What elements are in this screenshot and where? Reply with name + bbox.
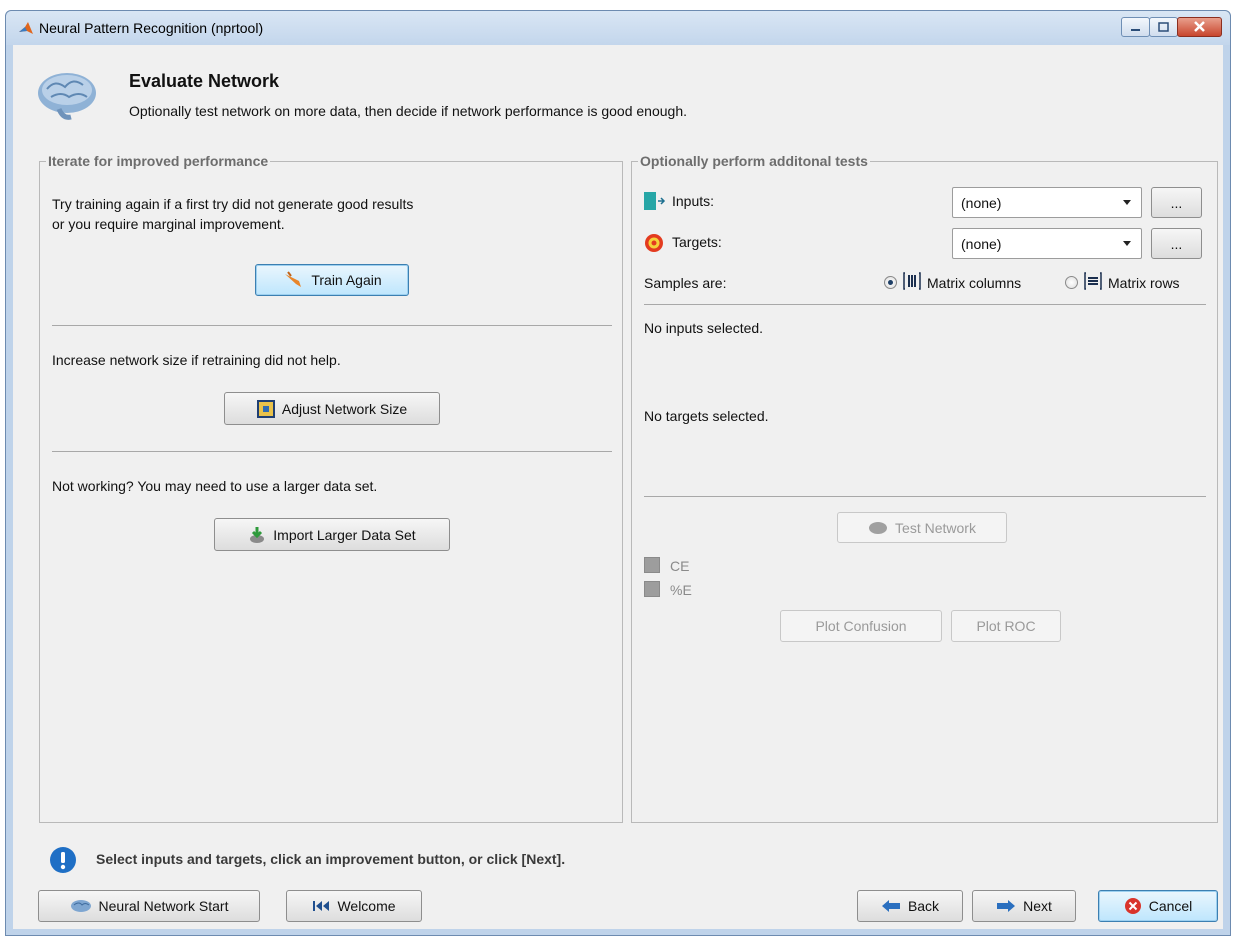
percent-error-plot-icon[interactable] <box>644 581 660 597</box>
brain-icon <box>38 73 96 120</box>
divider <box>52 451 612 452</box>
arrow-left-icon <box>881 900 900 912</box>
matlab-logo-icon <box>19 22 33 34</box>
inputs-browse-button[interactable]: ... <box>1151 187 1202 218</box>
matrix-rows-icon <box>1084 272 1102 290</box>
arrow-right-icon <box>997 900 1016 912</box>
import-larger-data-set-button[interactable]: Import Larger Data Set <box>214 518 450 551</box>
cancel-label: Cancel <box>1148 898 1193 914</box>
test-network-label: Test Network <box>895 519 976 536</box>
size-text: Increase network size if retraining did … <box>52 352 341 368</box>
status-message: Select inputs and targets, click an impr… <box>96 851 566 867</box>
maximize-icon <box>1158 22 1169 32</box>
improve-performance-legend: Iterate for improved performance <box>46 153 271 169</box>
window-title: Neural Pattern Recognition (nprtool) <box>39 20 264 36</box>
train-again-button[interactable]: Train Again <box>255 264 409 296</box>
plot-confusion-label: Plot Confusion <box>815 618 907 634</box>
plot-roc-label: Plot ROC <box>976 618 1036 634</box>
percent-error-label: %E <box>670 582 692 598</box>
chevron-down-icon <box>1123 241 1131 246</box>
train-again-label: Train Again <box>311 272 382 288</box>
matrix-columns-label: Matrix columns <box>927 275 1022 291</box>
brain-small-icon <box>70 900 91 912</box>
app-window: Neural Pattern Recognition (nprtool) Eva… <box>5 10 1231 936</box>
divider <box>644 496 1206 497</box>
adjust-network-size-label: Adjust Network Size <box>281 400 408 417</box>
test-network-button[interactable]: Test Network <box>837 512 1007 543</box>
matrix-rows-radio[interactable] <box>1065 276 1078 289</box>
inputs-label: Inputs: <box>672 193 715 209</box>
additional-tests-group: Optionally perform additonal tests Input… <box>631 153 1218 823</box>
minimize-button[interactable] <box>1121 17 1150 37</box>
targets-dropdown[interactable]: (none) <box>952 228 1142 259</box>
maximize-button[interactable] <box>1149 17 1178 37</box>
inputs-browse-label: ... <box>1170 194 1183 211</box>
welcome-label: Welcome <box>337 898 396 914</box>
next-label: Next <box>1023 898 1052 914</box>
minimize-icon <box>1131 29 1140 31</box>
cancel-button[interactable]: Cancel <box>1098 890 1218 922</box>
targets-icon <box>645 234 663 252</box>
divider <box>52 325 612 326</box>
targets-label: Targets: <box>672 234 722 250</box>
back-button[interactable]: Back <box>857 890 963 922</box>
matrix-rows-label: Matrix rows <box>1108 275 1180 291</box>
next-button[interactable]: Next <box>972 890 1076 922</box>
train-again-icon <box>285 271 302 287</box>
inputs-status: No inputs selected. <box>644 320 764 336</box>
inputs-dropdown[interactable]: (none) <box>952 187 1142 218</box>
back-label: Back <box>907 898 940 914</box>
targets-status: No targets selected. <box>644 408 769 424</box>
client-area: Evaluate Network Optionally test network… <box>13 45 1223 929</box>
page-title: Evaluate Network <box>129 71 280 91</box>
neural-network-start-button[interactable]: Neural Network Start <box>38 890 260 922</box>
close-button[interactable] <box>1177 17 1222 37</box>
ce-plot-icon[interactable] <box>644 557 660 573</box>
targets-browse-label: ... <box>1170 235 1183 252</box>
close-icon <box>1194 21 1205 32</box>
test-network-icon <box>869 521 888 534</box>
rewind-icon <box>313 901 330 911</box>
additional-tests-legend: Optionally perform additonal tests <box>638 153 870 169</box>
samples-label: Samples are: <box>644 275 727 291</box>
inputs-dropdown-value: (none) <box>961 194 1002 211</box>
ce-label: CE <box>670 558 690 574</box>
matrix-columns-radio[interactable] <box>884 276 897 289</box>
targets-dropdown-value: (none) <box>961 235 1002 252</box>
cancel-icon <box>1124 898 1141 914</box>
matrix-columns-icon <box>903 272 921 290</box>
divider <box>644 304 1206 305</box>
improve-performance-group: Iterate for improved performance Try tra… <box>39 153 623 823</box>
page-subtitle: Optionally test network on more data, th… <box>129 103 687 119</box>
plot-confusion-button[interactable]: Plot Confusion <box>780 610 942 642</box>
inputs-icon <box>644 192 666 210</box>
adjust-network-size-button[interactable]: Adjust Network Size <box>224 392 440 425</box>
chevron-down-icon <box>1123 200 1131 205</box>
neural-network-start-label: Neural Network Start <box>98 898 229 914</box>
welcome-button[interactable]: Welcome <box>286 890 422 922</box>
import-larger-data-set-label: Import Larger Data Set <box>273 526 416 543</box>
network-size-icon <box>256 399 275 418</box>
retrain-text-line1: Try training again if a first try did no… <box>52 196 414 212</box>
retrain-text-line2: or you require marginal improvement. <box>52 216 285 232</box>
import-icon <box>250 526 265 543</box>
info-icon <box>50 847 76 873</box>
title-bar[interactable]: Neural Pattern Recognition (nprtool) <box>6 11 1230 45</box>
targets-browse-button[interactable]: ... <box>1151 228 1202 259</box>
plot-roc-button[interactable]: Plot ROC <box>951 610 1061 642</box>
data-text: Not working? You may need to use a large… <box>52 478 378 494</box>
